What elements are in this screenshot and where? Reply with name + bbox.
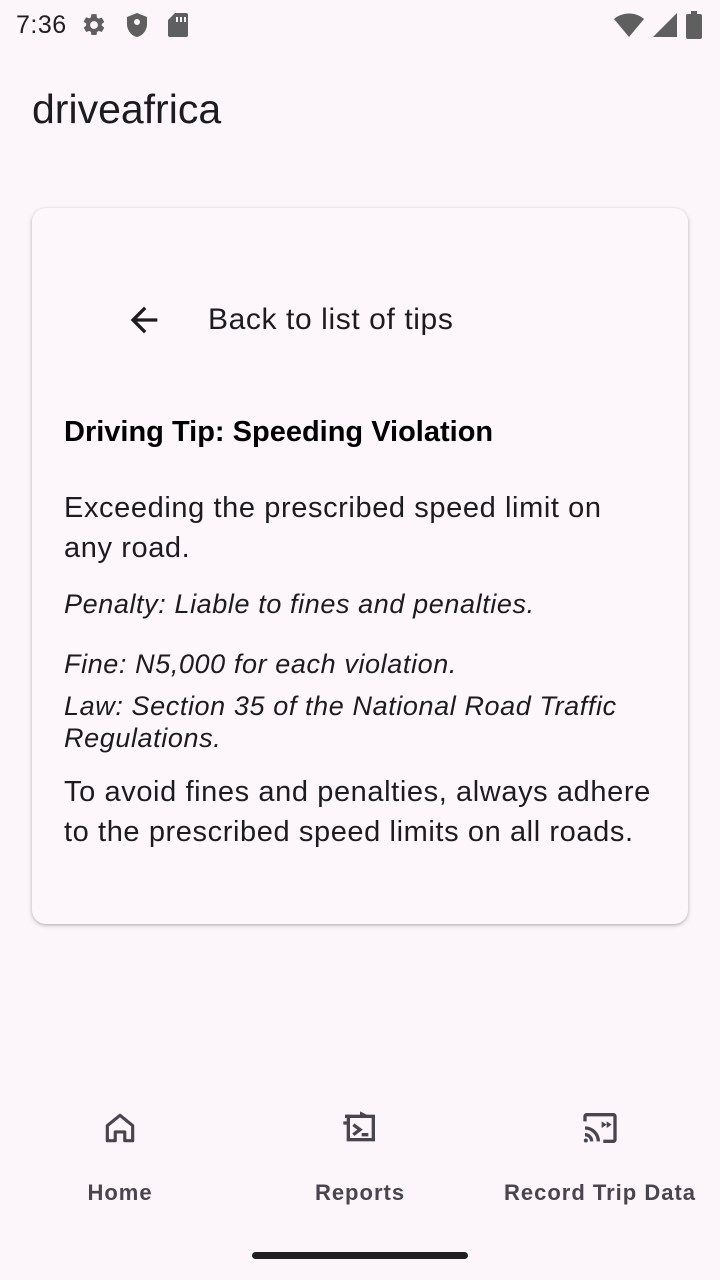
nav-item-record-trip-data[interactable]: Record Trip Data [480,1096,720,1226]
tip-description: Exceeding the prescribed speed limit on … [64,492,602,564]
status-time: 7:36 [16,10,67,39]
screen: 7:36 driveafrica Back to list of tips Dr… [0,0,720,1280]
nav-label-reports[interactable]: Reports [315,1180,405,1206]
signal-icon [653,13,677,37]
shield-icon [126,13,147,37]
tip-advice: To avoid fines and penalties, always adh… [64,776,651,848]
status-left: 7:36 [16,11,189,40]
tip-fine: Fine: N5,000 for each violation. [64,649,457,679]
nav-label-home[interactable]: Home [87,1180,152,1206]
settings-icon [83,14,104,36]
wifi-icon [614,13,644,37]
nav-item-home[interactable]: Home [0,1096,240,1226]
gesture-handle[interactable] [252,1252,468,1259]
back-label[interactable]: Back to list of tips [208,303,453,337]
sim-card-icon [167,13,188,37]
tip-card: Back to list of tips Driving Tip: Speedi… [32,208,688,924]
tip-law: Law: Section 35 of the National Road Tra… [64,691,617,753]
status-bar: 7:36 [0,0,720,50]
app-title: driveafrica [32,86,222,132]
tip-penalty: Penalty: Liable to fines and penalties. [64,589,535,619]
cast-icon[interactable] [580,1108,620,1148]
arrow-back-icon[interactable] [120,296,168,344]
tip-title: Driving Tip: Speeding Violation [64,416,494,448]
home-icon[interactable] [100,1108,140,1148]
bottom-navigation: Home Reports Record Trip Data [0,1096,720,1226]
status-right [614,11,702,39]
nav-item-reports[interactable]: Reports [240,1096,480,1226]
status-icons-left [81,12,189,38]
back-to-tips-button[interactable]: Back to list of tips [120,296,453,344]
reports-icon[interactable] [340,1108,380,1148]
nav-label-record-trip-data[interactable]: Record Trip Data [504,1180,696,1206]
battery-icon [686,11,702,39]
